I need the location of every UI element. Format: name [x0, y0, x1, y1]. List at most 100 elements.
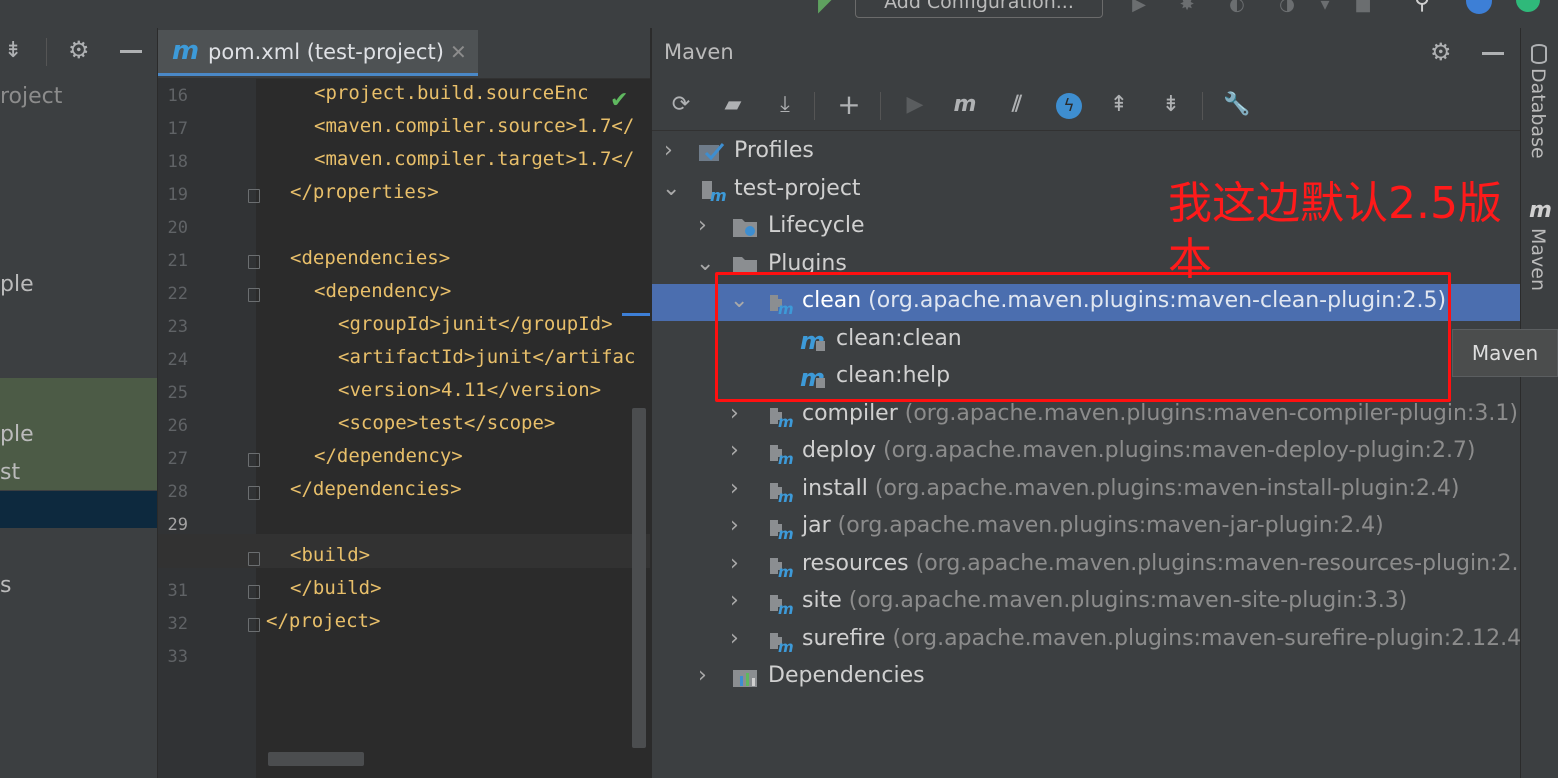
close-icon[interactable]: ✕: [450, 40, 467, 64]
skip-tests-icon[interactable]: ϟ: [1056, 93, 1082, 119]
fold-marker-icon[interactable]: [248, 486, 260, 500]
coverage-icon[interactable]: ◐: [1226, 0, 1248, 16]
plugin-name: resources: [802, 550, 909, 576]
fold-marker-icon[interactable]: [248, 189, 260, 203]
run-icon[interactable]: ▶: [900, 90, 930, 120]
code-line: <maven.compiler.source>1.7</: [314, 115, 635, 137]
code-line: </project>: [266, 610, 381, 632]
project-item[interactable]: ple: [0, 272, 34, 297]
database-tool-button[interactable]: Database: [1527, 68, 1549, 159]
tree-label: deploy (org.apache.maven.plugins:maven-d…: [802, 438, 1476, 463]
tab-pom-xml[interactable]: m pom.xml (test-project) ✕: [158, 30, 478, 76]
tree-label: jar (org.apache.maven.plugins:maven-jar-…: [802, 513, 1384, 538]
gear-icon[interactable]: ⚙: [68, 36, 90, 64]
tree-label: Profiles: [734, 138, 814, 163]
plugin-icon: m: [766, 477, 794, 506]
maven-panel: Maven ⚙ ⟳ ▰ ⤓ + ▶ m ⫽ ϟ ⇞ ⇟ 🔧 › Profiles…: [651, 28, 1520, 778]
tree-label: install (org.apache.maven.plugins:maven-…: [802, 476, 1460, 501]
tree-item-plugin-jar[interactable]: › m jar (org.apache.maven.plugins:maven-ja…: [652, 509, 1520, 546]
chevron-right-icon[interactable]: ›: [730, 551, 739, 576]
tree-label: Lifecycle: [768, 213, 865, 238]
plugin-coordinates: (org.apache.maven.plugins:maven-jar-plug…: [837, 513, 1384, 538]
project-panel: ⇟ ⚙ roject ple ple st s: [0, 28, 157, 778]
execute-goal-m-icon[interactable]: m: [950, 90, 980, 120]
svg-text:m: m: [778, 600, 794, 615]
run-icon[interactable]: ▶: [1128, 0, 1150, 16]
divider: [46, 38, 47, 66]
minimize-icon[interactable]: [120, 50, 142, 53]
collapse-all-icon[interactable]: ⇟: [4, 38, 22, 63]
fold-marker-icon[interactable]: [248, 585, 260, 599]
fold-marker-icon[interactable]: [248, 552, 260, 566]
search-everywhere-icon[interactable]: ⚲: [1414, 0, 1430, 15]
chevron-right-icon[interactable]: ›: [730, 438, 739, 463]
code-area[interactable]: <project.build.sourceEnc <maven.compiler.…: [158, 78, 650, 758]
code-line: <build>: [290, 544, 371, 566]
tree-item-plugin-deploy[interactable]: › m deploy (org.apache.maven.plugins:maven…: [652, 434, 1520, 471]
profile-icon[interactable]: ◑: [1276, 0, 1298, 16]
project-item[interactable]: st: [0, 460, 20, 485]
svg-text:m: m: [778, 525, 794, 540]
plugin-coordinates: (org.apache.maven.plugins:maven-resource…: [915, 550, 1520, 576]
chevron-right-icon[interactable]: ›: [730, 476, 739, 501]
horizontal-scrollbar[interactable]: [268, 752, 364, 766]
gear-icon[interactable]: ⚙: [1430, 38, 1452, 66]
chevron-right-icon[interactable]: ›: [664, 138, 673, 163]
chevron-down-icon[interactable]: ⌄: [696, 251, 714, 276]
tree-item-plugin-site[interactable]: › m site (org.apache.maven.plugins:maven-s…: [652, 584, 1520, 621]
chevron-down-icon[interactable]: ⌄: [662, 176, 680, 201]
tree-item-plugin-resources[interactable]: › m resources (org.apache.maven.plugins:ma…: [652, 547, 1520, 584]
database-icon: [1531, 44, 1547, 64]
project-root-label[interactable]: roject: [0, 84, 62, 109]
fold-marker-icon[interactable]: [248, 288, 260, 302]
scroll-marker: [622, 313, 650, 316]
plugin-name: compiler: [802, 400, 898, 426]
plugin-coordinates: (org.apache.maven.plugins:maven-compiler…: [904, 400, 1518, 426]
project-item[interactable]: s: [0, 573, 11, 598]
code-line: <groupId>junit</groupId>: [338, 313, 613, 335]
chevron-right-icon[interactable]: ›: [730, 626, 739, 651]
divider: [880, 92, 881, 120]
debug-icon[interactable]: ✸: [1176, 0, 1198, 16]
minimize-icon[interactable]: [1482, 52, 1504, 55]
svg-text:m: m: [778, 450, 794, 465]
more-run-icon[interactable]: ▾: [1314, 0, 1336, 16]
lifecycle-folder-icon: [732, 214, 760, 240]
svg-text:m: m: [710, 186, 727, 203]
updates-icon[interactable]: [1466, 0, 1492, 14]
add-icon[interactable]: +: [834, 90, 864, 120]
chevron-right-icon[interactable]: ›: [698, 663, 707, 688]
chevron-right-icon[interactable]: ›: [730, 513, 739, 538]
tree-item-plugin-compiler[interactable]: › m compiler (org.apache.maven.plugins:mav…: [652, 397, 1520, 434]
divider: [814, 92, 815, 120]
chevron-right-icon[interactable]: ›: [730, 588, 739, 613]
tree-item-dependencies[interactable]: › Dependencies: [652, 659, 1520, 696]
generate-sources-icon[interactable]: ▰: [718, 90, 748, 120]
build-hammer-icon[interactable]: ◤: [818, 0, 833, 16]
project-item[interactable]: ple: [0, 422, 34, 447]
fold-marker-icon[interactable]: [248, 255, 260, 269]
project-item-selected[interactable]: [0, 491, 157, 528]
chevron-right-icon[interactable]: ›: [698, 213, 707, 238]
maven-tool-button[interactable]: Maven: [1527, 228, 1549, 291]
show-dependencies-icon[interactable]: ⇞: [1104, 90, 1134, 120]
plugin-coordinates: (org.apache.maven.plugins:maven-deploy-p…: [883, 438, 1476, 463]
tree-item-plugin-surefire[interactable]: › m surefire (org.apache.maven.plugins:mav…: [652, 622, 1520, 659]
tree-item-plugin-install[interactable]: › m install (org.apache.maven.plugins:mave…: [652, 472, 1520, 509]
tree-item-profiles[interactable]: › Profiles: [652, 134, 1520, 171]
fold-marker-icon[interactable]: [248, 453, 260, 467]
maven-toolbar: ⟳ ▰ ⤓ + ▶ m ⫽ ϟ ⇞ ⇟ 🔧: [652, 80, 1520, 131]
download-icon[interactable]: ⤓: [770, 90, 800, 120]
toggle-offline-icon[interactable]: ⫽: [1002, 90, 1032, 120]
fold-marker-icon[interactable]: [248, 618, 260, 632]
reload-icon[interactable]: ⟳: [666, 90, 696, 120]
stop-icon[interactable]: ■: [1352, 0, 1374, 16]
collapse-all-icon[interactable]: ⇟: [1156, 90, 1186, 120]
vertical-scrollbar[interactable]: [632, 408, 646, 748]
chevron-right-icon[interactable]: ›: [730, 401, 739, 426]
tree-label: test-project: [734, 176, 861, 201]
code-line: <dependency>: [314, 280, 452, 302]
add-configuration-button[interactable]: Add Configuration...: [855, 0, 1103, 18]
wrench-icon[interactable]: 🔧: [1222, 90, 1252, 120]
inspection-ok-icon[interactable]: ✔: [610, 88, 628, 113]
